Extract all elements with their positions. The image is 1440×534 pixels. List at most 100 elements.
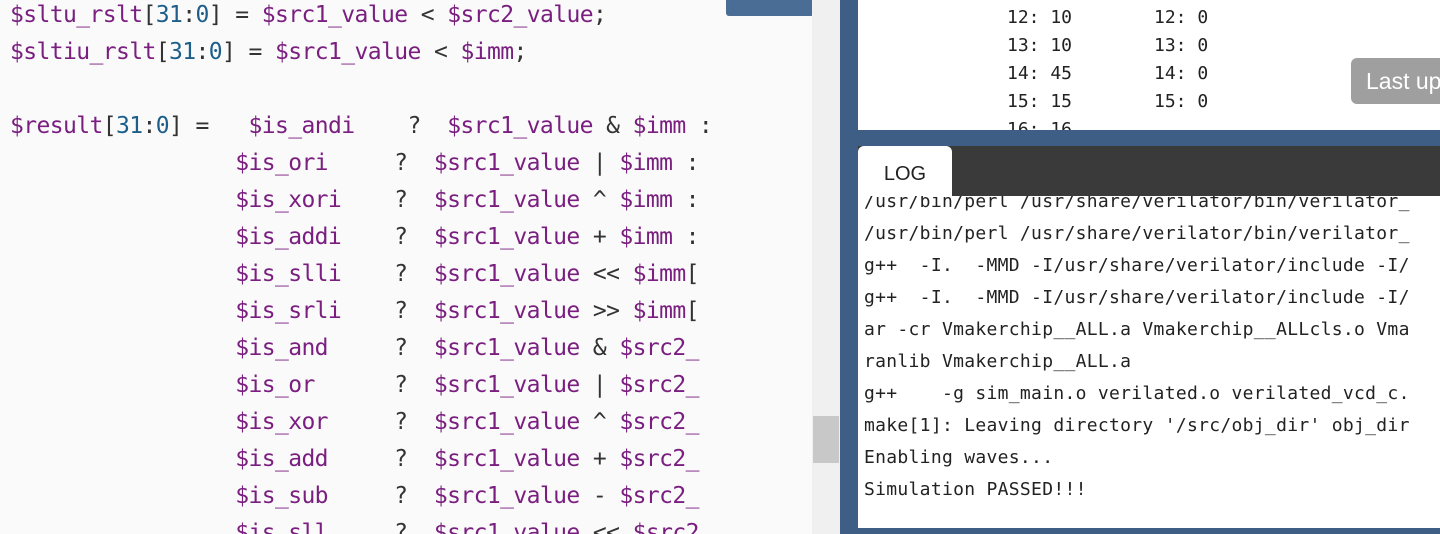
result-value: 15: 15 bbox=[1007, 91, 1073, 112]
code-punctuation: & bbox=[579, 335, 620, 361]
tab-log[interactable]: LOG bbox=[858, 146, 952, 198]
code-variable: $sltu_rslt bbox=[10, 2, 143, 28]
code-line[interactable]: $is_add ? $src1_value + $src2_ bbox=[10, 441, 699, 478]
code-punctuation bbox=[10, 372, 235, 398]
code-variable: $imm bbox=[460, 39, 514, 65]
code-variable: $src2_ bbox=[619, 372, 699, 398]
log-line: Simulation PASSED!!! bbox=[864, 479, 1087, 500]
code-variable: $src1_value bbox=[433, 224, 580, 250]
code-line[interactable]: $result[31:0] = $is_andi ? $src1_value &… bbox=[10, 108, 713, 145]
code-variable: $src1_value bbox=[433, 150, 580, 176]
code-number: 31 bbox=[115, 113, 143, 139]
code-punctuation: ? bbox=[327, 150, 434, 176]
log-line: Enabling waves... bbox=[864, 447, 1054, 468]
code-punctuation: ] = bbox=[221, 39, 275, 65]
code-punctuation: ; bbox=[513, 39, 527, 65]
code-variable: $src1_value bbox=[433, 372, 580, 398]
log-line: g++ -I. -MMD -I/usr/share/verilator/incl… bbox=[864, 255, 1410, 276]
code-punctuation: : bbox=[182, 2, 196, 28]
code-line[interactable]: $is_slli ? $src1_value << $imm[ bbox=[10, 256, 699, 293]
code-variable: $is_slli bbox=[235, 261, 342, 287]
code-variable: $src1_value bbox=[433, 446, 580, 472]
code-line[interactable]: $is_xor ? $src1_value ^ $src2_ bbox=[10, 404, 699, 441]
code-variable: $imm bbox=[619, 150, 673, 176]
code-punctuation: & bbox=[592, 113, 633, 139]
code-variable: $src1_value bbox=[433, 261, 580, 287]
code-variable: $is_add bbox=[235, 446, 328, 472]
code-punctuation bbox=[10, 187, 235, 213]
log-output: /usr/bin/perl /usr/share/verilator/bin/v… bbox=[858, 196, 1440, 528]
code-line[interactable]: $is_ori ? $src1_value | $imm : bbox=[10, 145, 699, 182]
code-punctuation: ? bbox=[341, 298, 434, 324]
code-punctuation: ^ bbox=[579, 187, 620, 213]
bottom-border bbox=[858, 528, 1440, 534]
result-value: 14: 45 bbox=[1007, 63, 1073, 84]
code-number: 0 bbox=[208, 39, 223, 65]
code-variable: $is_sll bbox=[235, 520, 328, 534]
log-line: ranlib Vmakerchip__ALL.a bbox=[864, 351, 1132, 372]
code-punctuation: ? bbox=[341, 224, 434, 250]
result-value: 12: 10 bbox=[1007, 7, 1073, 28]
result-value: 13: 10 bbox=[1007, 35, 1073, 56]
code-line[interactable]: $is_xori ? $src1_value ^ $imm : bbox=[10, 182, 699, 219]
code-line[interactable]: $is_or ? $src1_value | $src2_ bbox=[10, 367, 699, 404]
result-value: 16: 16 bbox=[1007, 119, 1073, 130]
code-variable: $is_xori bbox=[235, 187, 342, 213]
code-punctuation: ? bbox=[327, 446, 434, 472]
code-variable: $src1_value bbox=[447, 113, 593, 139]
code-punctuation: [ bbox=[155, 39, 170, 65]
code-variable: $is_xor bbox=[235, 409, 328, 435]
code-line[interactable]: $is_srli ? $src1_value >> $imm[ bbox=[10, 293, 699, 330]
code-punctuation bbox=[10, 520, 235, 534]
code-line[interactable]: $sltiu_rslt[31:0] = $src1_value < $imm; bbox=[10, 34, 527, 71]
result-value: 12: 0 bbox=[1154, 7, 1209, 28]
code-variable: $src1_value bbox=[433, 409, 580, 435]
code-punctuation: >> bbox=[579, 298, 633, 324]
code-variable: $is_or bbox=[235, 372, 315, 398]
code-punctuation: ? bbox=[327, 520, 434, 534]
code-punctuation: | bbox=[579, 372, 620, 398]
code-punctuation bbox=[10, 446, 235, 472]
code-number: 0 bbox=[195, 2, 209, 28]
log-line: ar -cr Vmakerchip__ALL.a Vmakerchip__ALL… bbox=[864, 319, 1410, 340]
code-punctuation: - bbox=[579, 483, 620, 509]
code-punctuation: ? bbox=[314, 372, 434, 398]
code-line[interactable]: $is_addi ? $src1_value + $imm : bbox=[10, 219, 699, 256]
code-punctuation: << bbox=[579, 520, 633, 534]
code-punctuation: [ bbox=[142, 2, 156, 28]
code-variable: $sltiu_rslt bbox=[10, 39, 156, 65]
code-number: 0 bbox=[155, 113, 170, 139]
code-line[interactable]: $is_and ? $src1_value & $src2_ bbox=[10, 330, 699, 367]
code-variable: $is_andi bbox=[248, 113, 355, 139]
log-line: /usr/bin/perl /usr/share/verilator/bin/v… bbox=[864, 223, 1410, 244]
code-punctuation: << bbox=[579, 261, 633, 287]
code-line[interactable]: $is_sub ? $src1_value - $src2_ bbox=[10, 478, 699, 515]
code-punctuation: ; bbox=[592, 2, 607, 28]
code-line[interactable]: $is_sll ? $src1_value << $src2 bbox=[10, 515, 699, 534]
code-variable: $src2_ bbox=[619, 483, 699, 509]
code-punctuation: ? bbox=[327, 483, 434, 509]
code-editor[interactable]: $sltu_rslt[31:0] = $src1_value < $src2_v… bbox=[0, 0, 812, 534]
code-punctuation: ? bbox=[327, 409, 434, 435]
editor-scrollbar-thumb[interactable] bbox=[813, 416, 839, 463]
code-punctuation: : bbox=[142, 113, 156, 139]
code-punctuation bbox=[10, 409, 235, 435]
code-variable: $src1_value bbox=[261, 2, 408, 28]
pane-splitter[interactable] bbox=[858, 130, 1440, 146]
code-variable: $is_and bbox=[235, 335, 328, 361]
code-variable: $is_ori bbox=[235, 150, 328, 176]
code-punctuation: ? bbox=[341, 261, 434, 287]
code-variable: $src2_ bbox=[619, 409, 699, 435]
code-variable: $imm bbox=[619, 224, 673, 250]
code-variable: $is_addi bbox=[235, 224, 342, 250]
code-punctuation bbox=[10, 483, 235, 509]
last-update-badge[interactable]: Last up bbox=[1351, 58, 1440, 104]
code-variable: $is_sub bbox=[235, 483, 328, 509]
code-line[interactable]: $sltu_rslt[31:0] = $src1_value < $src2_v… bbox=[10, 0, 607, 34]
log-line: /usr/bin/perl /usr/share/verilator/bin/v… bbox=[864, 196, 1410, 212]
code-punctuation: ? bbox=[354, 113, 448, 139]
code-variable: $src2_ bbox=[619, 335, 699, 361]
code-punctuation bbox=[10, 335, 235, 361]
editor-top-button[interactable] bbox=[726, 0, 814, 16]
code-number: 31 bbox=[168, 39, 196, 65]
